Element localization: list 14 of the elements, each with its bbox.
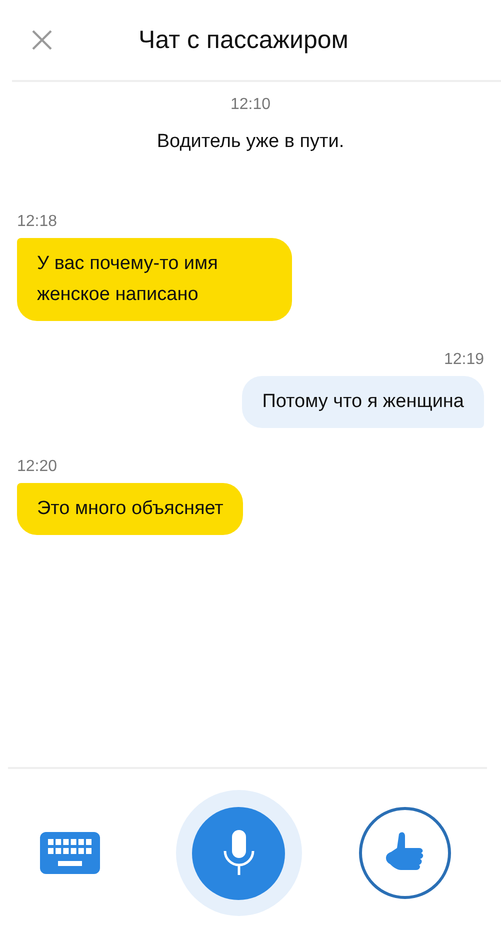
outgoing-message-bubble: Потому что я женщина <box>242 376 484 428</box>
chat-title: Чат с пассажиром <box>138 26 350 54</box>
message-time: 12:18 <box>17 213 58 231</box>
incoming-message-bubble: У вас почему-то имя женское написано <box>17 238 292 321</box>
microphone-icon <box>222 829 256 877</box>
message-time: 12:20 <box>17 458 58 476</box>
incoming-message-bubble: Это много объясняет <box>17 483 244 535</box>
message-time: 12:10 <box>229 96 272 114</box>
microphone-button[interactable] <box>192 806 285 900</box>
message-time: 12:19 <box>444 351 484 369</box>
keyboard-icon <box>40 832 100 874</box>
close-icon <box>31 29 53 51</box>
keyboard-button[interactable] <box>40 832 100 874</box>
system-message: Водитель уже в пути. <box>156 131 346 153</box>
